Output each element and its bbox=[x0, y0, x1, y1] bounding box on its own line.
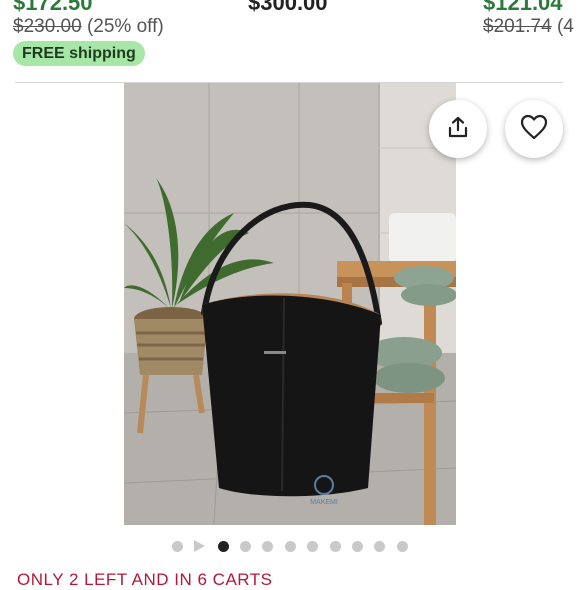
image-carousel-indicator bbox=[0, 539, 580, 553]
stock-alert: ONLY 2 LEFT AND IN 6 CARTS bbox=[17, 570, 273, 589]
carousel-dot[interactable] bbox=[374, 541, 385, 552]
original-price: $230.00 bbox=[13, 16, 82, 37]
carousel-dot-active[interactable] bbox=[218, 541, 229, 552]
share-icon bbox=[446, 115, 470, 144]
share-button[interactable] bbox=[429, 100, 487, 158]
video-play-icon[interactable] bbox=[194, 540, 205, 552]
watermark-text: MAKEMI bbox=[310, 499, 338, 506]
price: $300.00 bbox=[248, 0, 328, 15]
listing-price-row: $172.50 $230.00 (25% off) FREE shipping … bbox=[0, 0, 580, 80]
favorite-button[interactable] bbox=[505, 100, 563, 158]
product-image[interactable]: MAKEMI bbox=[124, 83, 456, 525]
carousel-dot[interactable] bbox=[285, 541, 296, 552]
carousel-dot[interactable] bbox=[262, 541, 273, 552]
carousel-dot[interactable] bbox=[330, 541, 341, 552]
carousel-dot[interactable] bbox=[397, 541, 408, 552]
carousel-dot[interactable] bbox=[240, 541, 251, 552]
original-price-right: $201.74 bbox=[483, 16, 552, 37]
carousel-dot[interactable] bbox=[352, 541, 363, 552]
heart-icon bbox=[520, 114, 548, 145]
sale-price: $172.50 bbox=[13, 0, 93, 15]
free-shipping-badge: FREE shipping bbox=[13, 41, 145, 66]
carousel-dot[interactable] bbox=[172, 541, 183, 552]
discount-label-right: (4 bbox=[556, 16, 574, 37]
sale-price-right: $121.04 bbox=[483, 0, 563, 15]
carousel-dot[interactable] bbox=[307, 541, 318, 552]
discount-label: (25% off) bbox=[86, 16, 164, 37]
original-price-line-right: $201.74 (4 bbox=[483, 16, 574, 38]
original-price-line: $230.00 (25% off) bbox=[13, 16, 164, 38]
